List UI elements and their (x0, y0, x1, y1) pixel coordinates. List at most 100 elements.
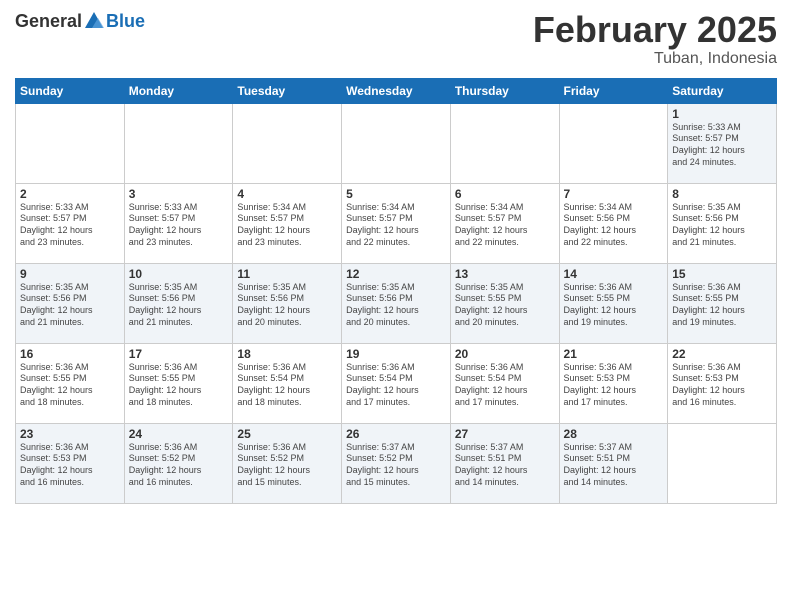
day-number: 11 (237, 267, 337, 281)
calendar-header-row: SundayMondayTuesdayWednesdayThursdayFrid… (16, 78, 777, 103)
calendar-header-sunday: Sunday (16, 78, 125, 103)
calendar-cell (233, 103, 342, 183)
calendar-header-thursday: Thursday (450, 78, 559, 103)
calendar-cell: 14Sunrise: 5:36 AM Sunset: 5:55 PM Dayli… (559, 263, 668, 343)
day-info: Sunrise: 5:37 AM Sunset: 5:51 PM Dayligh… (455, 442, 555, 489)
calendar-cell: 7Sunrise: 5:34 AM Sunset: 5:56 PM Daylig… (559, 183, 668, 263)
day-number: 14 (564, 267, 664, 281)
day-info: Sunrise: 5:37 AM Sunset: 5:52 PM Dayligh… (346, 442, 446, 489)
day-number: 12 (346, 267, 446, 281)
day-number: 28 (564, 427, 664, 441)
day-number: 22 (672, 347, 772, 361)
calendar-cell: 1Sunrise: 5:33 AM Sunset: 5:57 PM Daylig… (668, 103, 777, 183)
day-info: Sunrise: 5:36 AM Sunset: 5:52 PM Dayligh… (237, 442, 337, 489)
calendar-header-tuesday: Tuesday (233, 78, 342, 103)
day-number: 9 (20, 267, 120, 281)
day-number: 24 (129, 427, 229, 441)
calendar-cell: 8Sunrise: 5:35 AM Sunset: 5:56 PM Daylig… (668, 183, 777, 263)
calendar-cell: 15Sunrise: 5:36 AM Sunset: 5:55 PM Dayli… (668, 263, 777, 343)
day-number: 26 (346, 427, 446, 441)
day-info: Sunrise: 5:33 AM Sunset: 5:57 PM Dayligh… (20, 202, 120, 249)
calendar-cell: 12Sunrise: 5:35 AM Sunset: 5:56 PM Dayli… (342, 263, 451, 343)
day-info: Sunrise: 5:36 AM Sunset: 5:55 PM Dayligh… (672, 282, 772, 329)
day-info: Sunrise: 5:34 AM Sunset: 5:56 PM Dayligh… (564, 202, 664, 249)
day-info: Sunrise: 5:34 AM Sunset: 5:57 PM Dayligh… (455, 202, 555, 249)
calendar-cell: 21Sunrise: 5:36 AM Sunset: 5:53 PM Dayli… (559, 343, 668, 423)
day-number: 10 (129, 267, 229, 281)
day-number: 23 (20, 427, 120, 441)
day-info: Sunrise: 5:35 AM Sunset: 5:56 PM Dayligh… (20, 282, 120, 329)
calendar-cell: 27Sunrise: 5:37 AM Sunset: 5:51 PM Dayli… (450, 423, 559, 503)
day-number: 20 (455, 347, 555, 361)
calendar-cell: 22Sunrise: 5:36 AM Sunset: 5:53 PM Dayli… (668, 343, 777, 423)
calendar-week-4: 16Sunrise: 5:36 AM Sunset: 5:55 PM Dayli… (16, 343, 777, 423)
logo-icon (83, 10, 105, 32)
day-info: Sunrise: 5:35 AM Sunset: 5:56 PM Dayligh… (129, 282, 229, 329)
calendar-cell: 2Sunrise: 5:33 AM Sunset: 5:57 PM Daylig… (16, 183, 125, 263)
calendar-week-5: 23Sunrise: 5:36 AM Sunset: 5:53 PM Dayli… (16, 423, 777, 503)
day-number: 4 (237, 187, 337, 201)
day-info: Sunrise: 5:36 AM Sunset: 5:54 PM Dayligh… (346, 362, 446, 409)
calendar-cell: 20Sunrise: 5:36 AM Sunset: 5:54 PM Dayli… (450, 343, 559, 423)
day-number: 2 (20, 187, 120, 201)
calendar-cell (16, 103, 125, 183)
day-number: 1 (672, 107, 772, 121)
calendar-header-monday: Monday (124, 78, 233, 103)
day-number: 6 (455, 187, 555, 201)
day-info: Sunrise: 5:36 AM Sunset: 5:55 PM Dayligh… (564, 282, 664, 329)
day-info: Sunrise: 5:35 AM Sunset: 5:55 PM Dayligh… (455, 282, 555, 329)
day-info: Sunrise: 5:35 AM Sunset: 5:56 PM Dayligh… (672, 202, 772, 249)
calendar-location: Tuban, Indonesia (533, 50, 777, 68)
day-info: Sunrise: 5:36 AM Sunset: 5:53 PM Dayligh… (672, 362, 772, 409)
header: General Blue February 2025 Tuban, Indone… (15, 10, 777, 68)
calendar-cell: 25Sunrise: 5:36 AM Sunset: 5:52 PM Dayli… (233, 423, 342, 503)
day-number: 13 (455, 267, 555, 281)
calendar-cell: 23Sunrise: 5:36 AM Sunset: 5:53 PM Dayli… (16, 423, 125, 503)
calendar-header-wednesday: Wednesday (342, 78, 451, 103)
day-number: 19 (346, 347, 446, 361)
day-info: Sunrise: 5:36 AM Sunset: 5:53 PM Dayligh… (564, 362, 664, 409)
calendar-header-friday: Friday (559, 78, 668, 103)
calendar-cell: 16Sunrise: 5:36 AM Sunset: 5:55 PM Dayli… (16, 343, 125, 423)
calendar-week-1: 1Sunrise: 5:33 AM Sunset: 5:57 PM Daylig… (16, 103, 777, 183)
calendar-cell: 10Sunrise: 5:35 AM Sunset: 5:56 PM Dayli… (124, 263, 233, 343)
day-info: Sunrise: 5:34 AM Sunset: 5:57 PM Dayligh… (237, 202, 337, 249)
day-info: Sunrise: 5:35 AM Sunset: 5:56 PM Dayligh… (346, 282, 446, 329)
day-number: 15 (672, 267, 772, 281)
calendar-header-saturday: Saturday (668, 78, 777, 103)
day-number: 18 (237, 347, 337, 361)
calendar-cell: 3Sunrise: 5:33 AM Sunset: 5:57 PM Daylig… (124, 183, 233, 263)
day-info: Sunrise: 5:33 AM Sunset: 5:57 PM Dayligh… (672, 122, 772, 169)
day-number: 16 (20, 347, 120, 361)
day-number: 3 (129, 187, 229, 201)
page: General Blue February 2025 Tuban, Indone… (0, 0, 792, 612)
calendar-cell: 24Sunrise: 5:36 AM Sunset: 5:52 PM Dayli… (124, 423, 233, 503)
calendar-cell (124, 103, 233, 183)
day-info: Sunrise: 5:33 AM Sunset: 5:57 PM Dayligh… (129, 202, 229, 249)
day-number: 8 (672, 187, 772, 201)
calendar-cell: 9Sunrise: 5:35 AM Sunset: 5:56 PM Daylig… (16, 263, 125, 343)
calendar-cell: 19Sunrise: 5:36 AM Sunset: 5:54 PM Dayli… (342, 343, 451, 423)
calendar-cell: 28Sunrise: 5:37 AM Sunset: 5:51 PM Dayli… (559, 423, 668, 503)
day-info: Sunrise: 5:36 AM Sunset: 5:55 PM Dayligh… (20, 362, 120, 409)
calendar-table: SundayMondayTuesdayWednesdayThursdayFrid… (15, 78, 777, 504)
calendar-cell (450, 103, 559, 183)
calendar-title: February 2025 (533, 10, 777, 50)
calendar-cell: 5Sunrise: 5:34 AM Sunset: 5:57 PM Daylig… (342, 183, 451, 263)
day-number: 5 (346, 187, 446, 201)
day-info: Sunrise: 5:36 AM Sunset: 5:53 PM Dayligh… (20, 442, 120, 489)
day-info: Sunrise: 5:36 AM Sunset: 5:55 PM Dayligh… (129, 362, 229, 409)
day-number: 17 (129, 347, 229, 361)
day-info: Sunrise: 5:36 AM Sunset: 5:52 PM Dayligh… (129, 442, 229, 489)
logo-general: General (15, 11, 82, 32)
calendar-cell: 13Sunrise: 5:35 AM Sunset: 5:55 PM Dayli… (450, 263, 559, 343)
day-number: 7 (564, 187, 664, 201)
day-info: Sunrise: 5:35 AM Sunset: 5:56 PM Dayligh… (237, 282, 337, 329)
calendar-cell (668, 423, 777, 503)
calendar-cell: 11Sunrise: 5:35 AM Sunset: 5:56 PM Dayli… (233, 263, 342, 343)
day-number: 25 (237, 427, 337, 441)
title-block: February 2025 Tuban, Indonesia (533, 10, 777, 68)
day-info: Sunrise: 5:36 AM Sunset: 5:54 PM Dayligh… (237, 362, 337, 409)
calendar-cell: 26Sunrise: 5:37 AM Sunset: 5:52 PM Dayli… (342, 423, 451, 503)
day-info: Sunrise: 5:36 AM Sunset: 5:54 PM Dayligh… (455, 362, 555, 409)
